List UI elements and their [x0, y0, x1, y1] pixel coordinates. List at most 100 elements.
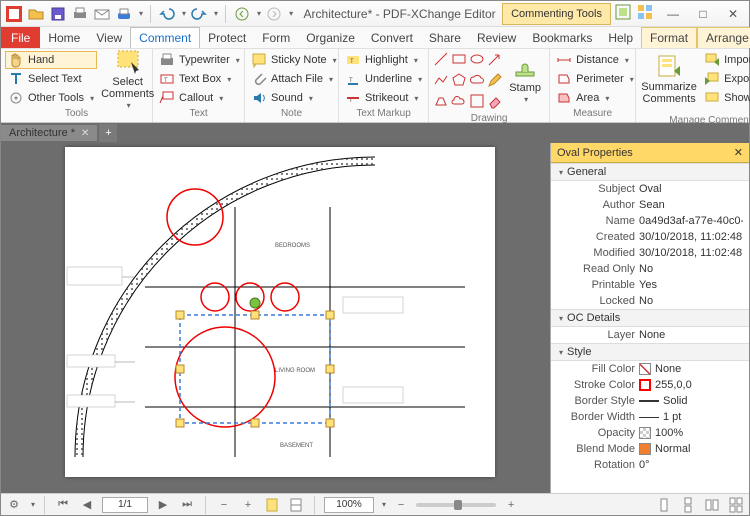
zoom-minus-icon[interactable]: − — [392, 496, 410, 514]
show-comments[interactable]: Show▾ — [702, 89, 750, 107]
prop-printable[interactable]: Yes — [639, 279, 743, 291]
section-general[interactable]: ▾General — [551, 163, 749, 181]
tab-home[interactable]: Home — [40, 27, 88, 48]
textbox-tool[interactable]: TText Box▾ — [157, 70, 242, 88]
prop-locked[interactable]: No — [639, 295, 743, 307]
tab-comment[interactable]: Comment — [130, 27, 200, 48]
layout-facing-cont-icon[interactable] — [727, 496, 745, 514]
select-comments-tool[interactable]: Select Comments▾ — [101, 51, 154, 107]
document-tab[interactable]: Architecture *✕ — [1, 125, 97, 141]
add-tab-button[interactable]: + — [99, 124, 117, 142]
export-comments[interactable]: Export — [702, 70, 750, 88]
prop-layer[interactable]: None — [639, 329, 743, 341]
minimize-button[interactable]: — — [659, 4, 687, 24]
prop-opacity[interactable]: 100% — [639, 427, 743, 439]
eraser-tool[interactable] — [487, 93, 503, 112]
page[interactable]: BEDROOMS LIVING ROOM BASEMENT — [65, 147, 495, 477]
zoom-plus-icon[interactable]: + — [502, 496, 520, 514]
nav-first-icon[interactable]: ⏮ — [54, 496, 72, 514]
shape-poly2[interactable] — [433, 93, 449, 112]
prop-name[interactable]: 0a49d3af-a77e-40c0-8abb72613… — [639, 215, 743, 227]
tab-form[interactable]: Form — [254, 27, 298, 48]
close-doc-icon[interactable]: ✕ — [81, 128, 89, 139]
sound-tool[interactable]: Sound▾ — [249, 89, 339, 107]
select-text-tool[interactable]: Select Text — [5, 70, 97, 88]
tab-view[interactable]: View — [88, 27, 130, 48]
undo-icon[interactable] — [158, 5, 176, 23]
qat-dropdown[interactable]: ▾ — [139, 9, 143, 18]
fit-width-icon[interactable] — [287, 496, 305, 514]
other-tools[interactable]: Other Tools▾ — [5, 89, 97, 107]
tab-help[interactable]: Help — [600, 27, 641, 48]
shape-rect[interactable] — [451, 51, 467, 70]
email-icon[interactable] — [93, 5, 111, 23]
section-oc[interactable]: ▾OC Details — [551, 309, 749, 327]
shape-cloud[interactable] — [469, 72, 485, 91]
tab-review[interactable]: Review — [469, 27, 524, 48]
tab-convert[interactable]: Convert — [363, 27, 421, 48]
tab-bookmarks[interactable]: Bookmarks — [524, 27, 600, 48]
print-icon[interactable] — [71, 5, 89, 23]
shape-arrow[interactable] — [487, 51, 503, 70]
shape-polygon[interactable] — [451, 72, 467, 91]
canvas[interactable]: BEDROOMS LIVING ROOM BASEMENT — [1, 143, 550, 493]
open-icon[interactable] — [27, 5, 45, 23]
maximize-button[interactable]: □ — [689, 4, 717, 24]
shape-pencil[interactable] — [487, 72, 503, 91]
area-tool[interactable]: Area▾ — [554, 89, 636, 107]
layout-facing-icon[interactable] — [703, 496, 721, 514]
zoom-slider[interactable] — [416, 503, 496, 507]
prop-rotation[interactable]: 0° — [639, 459, 743, 471]
prop-readonly[interactable]: No — [639, 263, 743, 275]
prop-border-style[interactable]: Solid — [639, 395, 743, 407]
shape-oval[interactable] — [469, 51, 485, 70]
scan-icon[interactable] — [115, 5, 133, 23]
tab-organize[interactable]: Organize — [298, 27, 363, 48]
shape-cloud2[interactable] — [451, 93, 467, 112]
shape-line[interactable] — [433, 51, 449, 70]
shape-polyline[interactable] — [433, 72, 449, 91]
zoom-in-icon[interactable]: + — [239, 496, 257, 514]
typewriter-tool[interactable]: Typewriter▾ — [157, 51, 242, 69]
ui-opt1-icon[interactable] — [615, 4, 631, 23]
tab-protect[interactable]: Protect — [200, 27, 254, 48]
underline-tool[interactable]: TUnderline▾ — [343, 70, 424, 88]
callout-tool[interactable]: Callout▾ — [157, 89, 242, 107]
highlight-tool[interactable]: THighlight▾ — [343, 51, 424, 69]
tab-share[interactable]: Share — [421, 27, 469, 48]
tab-format[interactable]: Format — [641, 27, 697, 48]
prop-author[interactable]: Sean — [639, 199, 743, 211]
prop-blend[interactable]: Normal — [639, 443, 743, 455]
strikeout-tool[interactable]: TStrikeout▾ — [343, 89, 424, 107]
page-display[interactable]: 1/1 — [102, 497, 148, 513]
fit-page-icon[interactable] — [263, 496, 281, 514]
import-comments[interactable]: Import — [702, 51, 750, 69]
zoom-out-icon[interactable]: − — [215, 496, 233, 514]
tab-arrange[interactable]: Arrange — [697, 27, 750, 48]
sticky-note-tool[interactable]: Sticky Note▾ — [249, 51, 339, 69]
close-button[interactable]: ✕ — [719, 4, 747, 24]
prop-fill[interactable]: None — [639, 363, 743, 375]
tab-file[interactable]: File — [1, 27, 40, 48]
layout-cont-icon[interactable] — [679, 496, 697, 514]
summarize-comments[interactable]: Summarize Comments — [640, 51, 698, 107]
options-icon[interactable]: ⚙ — [5, 496, 23, 514]
prop-stroke[interactable]: 255,0,0 — [639, 379, 743, 391]
nav-prev-icon[interactable]: ◀ — [78, 496, 96, 514]
nav-fwd-icon[interactable] — [265, 5, 283, 23]
distance-tool[interactable]: Distance▾ — [554, 51, 636, 69]
nav-back-icon[interactable] — [233, 5, 251, 23]
attach-file-tool[interactable]: Attach File▾ — [249, 70, 339, 88]
shape-rect2[interactable] — [469, 93, 485, 112]
save-icon[interactable] — [49, 5, 67, 23]
hand-tool[interactable]: Hand — [5, 51, 97, 69]
panel-close-icon[interactable]: ✕ — [734, 146, 743, 159]
perimeter-tool[interactable]: Perimeter▾ — [554, 70, 636, 88]
section-style[interactable]: ▾Style — [551, 343, 749, 361]
prop-subject[interactable]: Oval — [639, 183, 743, 195]
nav-next-icon[interactable]: ▶ — [154, 496, 172, 514]
nav-last-icon[interactable]: ⏭ — [178, 496, 196, 514]
stamp-tool[interactable]: Stamp▾ — [505, 51, 545, 107]
layout-single-icon[interactable] — [655, 496, 673, 514]
redo-icon[interactable] — [190, 5, 208, 23]
